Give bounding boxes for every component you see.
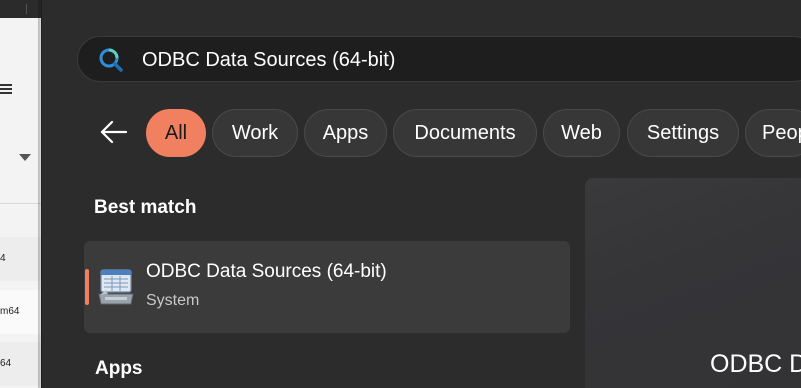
background-window: 4 m64 64: [0, 0, 41, 388]
list-item[interactable]: m64: [0, 290, 41, 334]
filter-tab-work[interactable]: Work: [212, 109, 298, 157]
best-match-result[interactable]: ODBC Data Sources (64-bit) System: [84, 241, 570, 333]
filter-tab-web[interactable]: Web: [543, 109, 620, 157]
chevron-down-icon[interactable]: [19, 154, 31, 161]
preview-pane: ODBC Data Sources (64-bit): [585, 178, 801, 388]
list-item-text: 64: [0, 358, 12, 369]
back-arrow-icon[interactable]: [99, 117, 129, 147]
menu-icon[interactable]: [0, 84, 12, 96]
titlebar-divider: [26, 4, 27, 14]
start-search-panel: ODBC Data Sources (64-bit) All Work Apps…: [42, 0, 801, 388]
selection-indicator: [85, 269, 89, 305]
filter-tab-documents[interactable]: Documents: [393, 109, 537, 157]
list-item[interactable]: 64: [0, 342, 41, 386]
filter-tab-apps[interactable]: Apps: [304, 109, 387, 157]
screen: 4 m64 64 ODBC Data Sources (64-bit) All …: [0, 0, 801, 388]
background-window-titlebar: [0, 0, 41, 18]
filter-tab-all[interactable]: All: [146, 109, 206, 157]
odbc-admin-icon: [98, 269, 134, 305]
best-match-heading: Best match: [94, 197, 197, 218]
list-item-text: 4: [0, 253, 6, 264]
result-subtitle: System: [146, 292, 200, 309]
divider: [0, 203, 41, 204]
list-item[interactable]: 4: [0, 237, 41, 281]
apps-heading: Apps: [95, 358, 143, 379]
search-input[interactable]: ODBC Data Sources (64-bit): [142, 47, 395, 73]
result-title: ODBC Data Sources (64-bit): [146, 261, 387, 282]
preview-title: ODBC Data Sources (64-bit): [710, 350, 801, 378]
search-box[interactable]: ODBC Data Sources (64-bit): [77, 36, 801, 82]
filter-tab-people[interactable]: People: [745, 109, 801, 157]
list-item-text: m64: [0, 306, 20, 317]
search-icon: [99, 48, 123, 72]
filter-tab-settings[interactable]: Settings: [627, 109, 739, 157]
window-shadow: [38, 0, 41, 388]
